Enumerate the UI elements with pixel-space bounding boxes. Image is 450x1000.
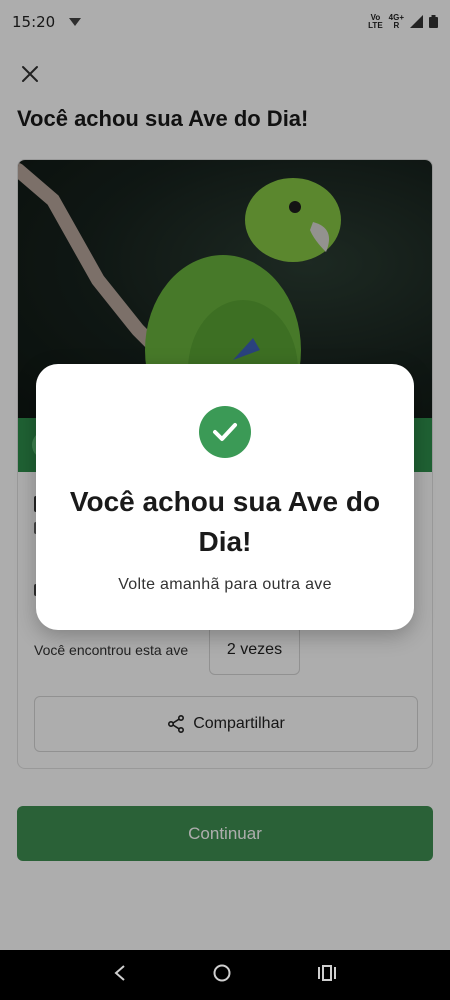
recents-icon[interactable]: [317, 964, 337, 986]
screen: 15:20 Vo LTE 4G+ R Você achou sua Ave do…: [0, 0, 450, 1000]
success-dialog: Você achou sua Ave do Dia! Volte amanhã …: [36, 364, 414, 630]
check-icon: [199, 406, 251, 458]
system-nav-bar: [0, 950, 450, 1000]
back-icon[interactable]: [113, 964, 127, 987]
home-icon[interactable]: [212, 963, 232, 988]
dialog-title: Você achou sua Ave do Dia!: [69, 486, 381, 557]
dialog-subtitle: Volte amanhã para outra ave: [118, 576, 332, 593]
